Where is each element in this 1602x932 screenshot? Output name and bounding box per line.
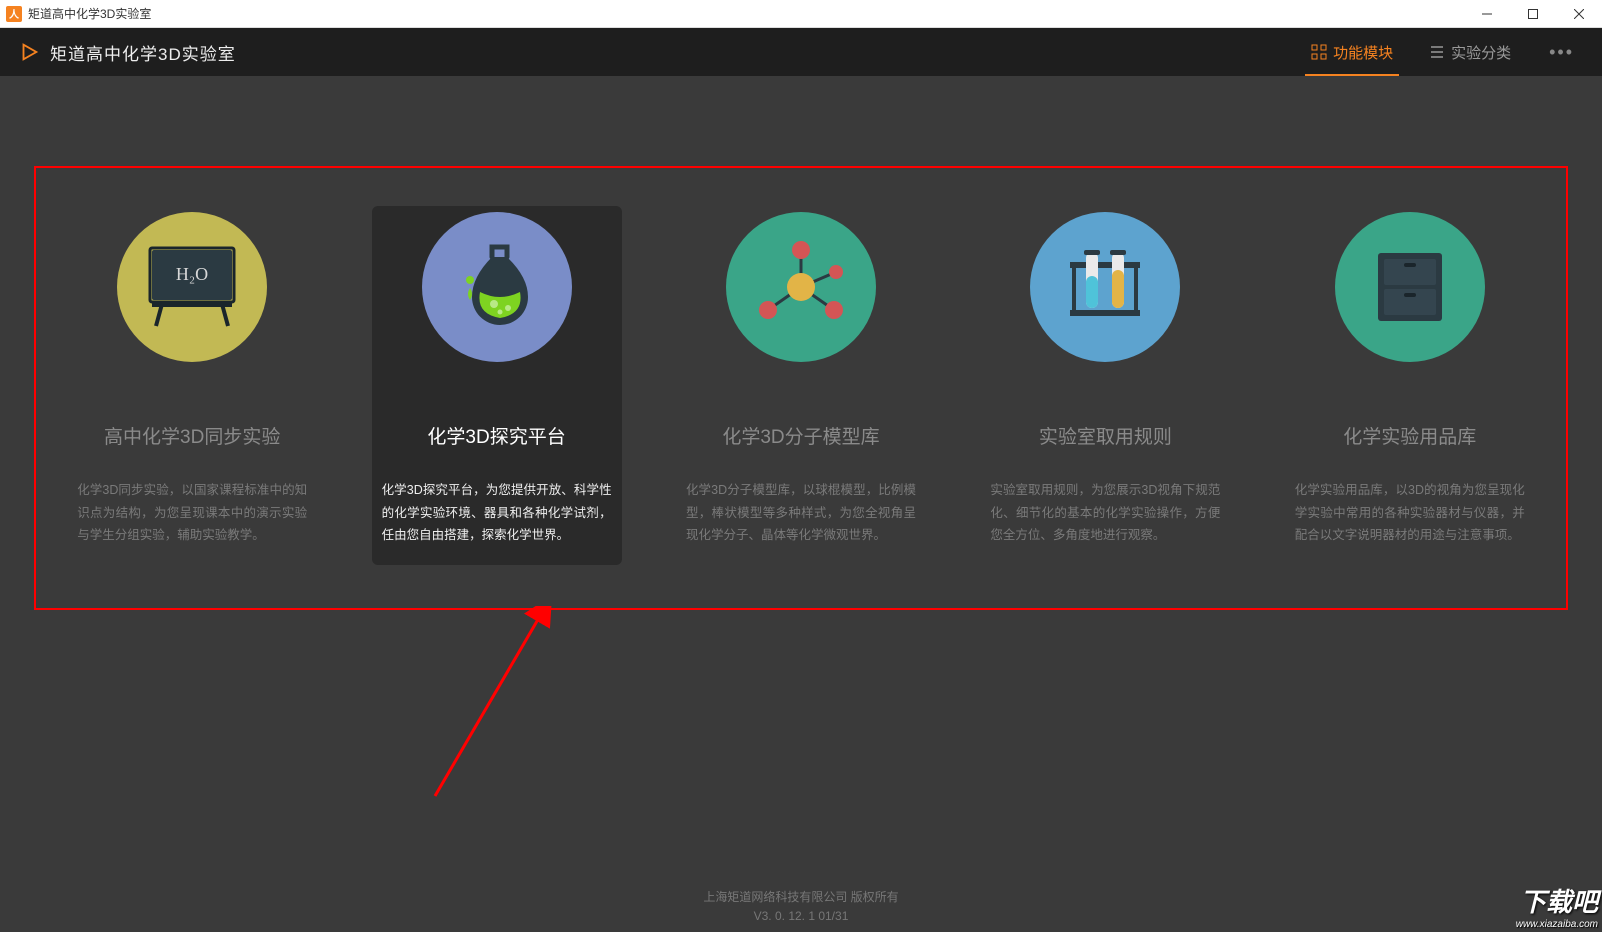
app-header: 矩道高中化学3D实验室 功能模块 实验分类 ••• <box>0 28 1602 76</box>
nav-modules[interactable]: 功能模块 <box>1293 28 1411 76</box>
footer: 上海矩道网络科技有限公司 版权所有 V3. 0. 12. 1 01/31 <box>0 882 1602 932</box>
minimize-button[interactable] <box>1464 0 1510 28</box>
watermark-url: www.xiazaiba.com <box>1516 919 1598 930</box>
nav-categories[interactable]: 实验分类 <box>1411 28 1529 76</box>
watermark-title: 下载吧 <box>1516 882 1598 919</box>
window-title: 矩道高中化学3D实验室 <box>28 5 1464 22</box>
window-titlebar: 人 矩道高中化学3D实验室 <box>0 0 1602 28</box>
list-icon <box>1429 44 1445 60</box>
logo-icon <box>18 41 40 63</box>
app-title: 矩道高中化学3D实验室 <box>50 40 236 65</box>
nav-label: 实验分类 <box>1451 42 1511 63</box>
watermark: 下载吧 www.xiazaiba.com <box>1516 882 1598 930</box>
app-icon: 人 <box>6 6 22 22</box>
more-button[interactable]: ••• <box>1539 42 1584 63</box>
app-logo: 矩道高中化学3D实验室 <box>18 40 236 65</box>
annotation-arrow <box>405 606 565 806</box>
annotation-highlight-box <box>34 166 1568 610</box>
main-content: H₂O 高中化学3D同步实验 化学3D同步实验，以国家课程标准中的知识点为结构，… <box>0 76 1602 882</box>
version-text: V3. 0. 12. 1 01/31 <box>0 907 1602 926</box>
grid-icon <box>1311 44 1327 60</box>
maximize-button[interactable] <box>1510 0 1556 28</box>
copyright-text: 上海矩道网络科技有限公司 版权所有 <box>0 888 1602 907</box>
close-button[interactable] <box>1556 0 1602 28</box>
nav-label: 功能模块 <box>1333 42 1393 63</box>
